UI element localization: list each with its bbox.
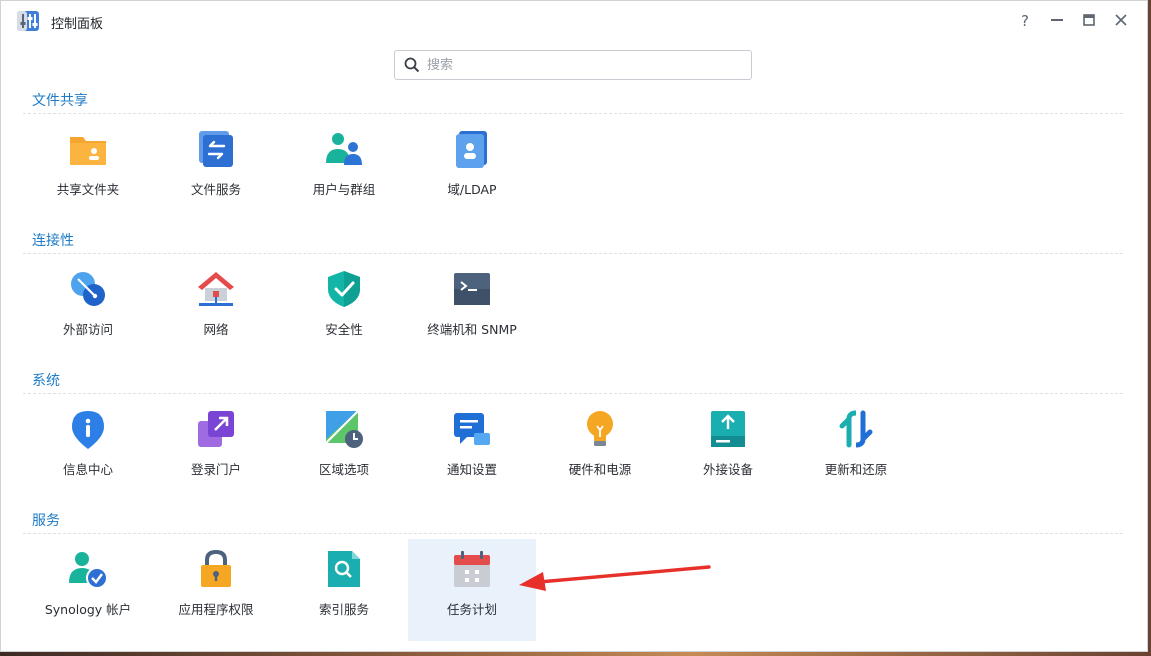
calendar-icon: [454, 551, 490, 587]
tile-external-devices[interactable]: 外接设备: [664, 401, 792, 503]
lightbulb-icon: [587, 411, 613, 446]
tile-shared-folder[interactable]: 共享文件夹: [24, 121, 152, 223]
tile-label: 安全性: [325, 322, 363, 337]
login-portal-icon: [198, 411, 234, 447]
tile-indexing-service[interactable]: 索引服务: [280, 541, 408, 643]
title-bar: 控制面板 ?: [1, 1, 1147, 41]
help-button[interactable]: ?: [1014, 11, 1036, 31]
tile-label: 登录门户: [190, 462, 241, 477]
tile-label: 硬件和电源: [568, 462, 632, 477]
section-title-services: 服务: [32, 513, 60, 529]
tile-label: 索引服务: [318, 602, 369, 617]
tile-label: 信息中心: [62, 462, 113, 477]
minimize-button[interactable]: [1046, 11, 1068, 31]
tile-label: 用户与群组: [312, 182, 376, 197]
terminal-icon: [454, 273, 490, 305]
shared-folder-icon: [70, 137, 106, 165]
section-title-file-sharing: 文件共享: [32, 93, 88, 109]
network-house-icon: [198, 272, 234, 306]
tile-notification[interactable]: 通知设置: [408, 401, 536, 503]
tile-file-services[interactable]: 文件服务: [152, 121, 280, 223]
tile-hardware-power[interactable]: 硬件和电源: [536, 401, 664, 503]
tile-info-center[interactable]: 信息中心: [24, 401, 152, 503]
tile-update-restore[interactable]: 更新和还原: [792, 401, 920, 503]
tile-label: 终端机和 SNMP: [427, 322, 517, 337]
close-icon: [1115, 14, 1127, 26]
tile-label: 更新和还原: [824, 462, 888, 477]
section-title-system: 系统: [32, 373, 60, 389]
notification-bubble-icon: [454, 413, 490, 445]
tile-label: 外接设备: [702, 462, 753, 477]
external-access-icon: [71, 272, 105, 306]
window-title: 控制面板: [51, 17, 104, 32]
search-box[interactable]: [394, 50, 752, 80]
tile-label: 文件服务: [190, 182, 241, 197]
search-icon: [404, 57, 420, 73]
tile-login-portal[interactable]: 登录门户: [152, 401, 280, 503]
minimize-icon: [1051, 19, 1063, 21]
tile-regional-options[interactable]: 区域选项: [280, 401, 408, 503]
search-input[interactable]: [427, 55, 737, 75]
tile-label: 外部访问: [62, 322, 113, 337]
tile-user-group[interactable]: 用户与群组: [280, 121, 408, 223]
tile-terminal-snmp[interactable]: 终端机和 SNMP: [408, 261, 536, 363]
synology-account-icon: [69, 552, 108, 589]
index-search-icon: [328, 551, 360, 587]
update-arrows-icon: [839, 410, 873, 448]
tile-synology-account[interactable]: Synology 帐户: [24, 541, 152, 643]
section-divider: [23, 113, 1123, 114]
tile-app-privileges[interactable]: 应用程序权限: [152, 541, 280, 643]
domain-ldap-icon: [456, 131, 487, 168]
tile-label: 任务计划: [446, 602, 497, 617]
user-group-icon: [326, 133, 362, 165]
section-divider: [23, 393, 1123, 394]
section-divider: [23, 533, 1123, 534]
tile-label: Synology 帐户: [44, 602, 132, 617]
tile-label: 网络: [203, 322, 229, 337]
info-pin-icon: [72, 411, 104, 449]
tile-network[interactable]: 网络: [152, 261, 280, 363]
section-divider: [23, 253, 1123, 254]
tile-label: 应用程序权限: [178, 602, 254, 617]
external-device-icon: [711, 411, 745, 447]
maximize-button[interactable]: [1078, 11, 1100, 31]
tile-label: 共享文件夹: [56, 182, 120, 197]
padlock-icon: [201, 549, 231, 587]
tile-security[interactable]: 安全性: [280, 261, 408, 363]
tile-label: 区域选项: [318, 462, 369, 477]
red-arrow-annotation: [519, 565, 711, 591]
file-services-icon: [199, 131, 233, 167]
tile-label: 域/LDAP: [447, 182, 497, 197]
tile-label: 通知设置: [446, 462, 497, 477]
tile-domain-ldap[interactable]: 域/LDAP: [408, 121, 536, 223]
section-title-connectivity: 连接性: [32, 233, 74, 249]
control-panel-app-icon: [17, 11, 39, 31]
regional-map-clock-icon: [325, 410, 363, 448]
close-button[interactable]: [1110, 11, 1132, 31]
control-panel-window: 控制面板 ? 文件共享 共享文件夹: [0, 0, 1148, 652]
security-shield-icon: [328, 271, 360, 307]
maximize-icon: [1083, 14, 1095, 26]
tile-external-access[interactable]: 外部访问: [24, 261, 152, 363]
